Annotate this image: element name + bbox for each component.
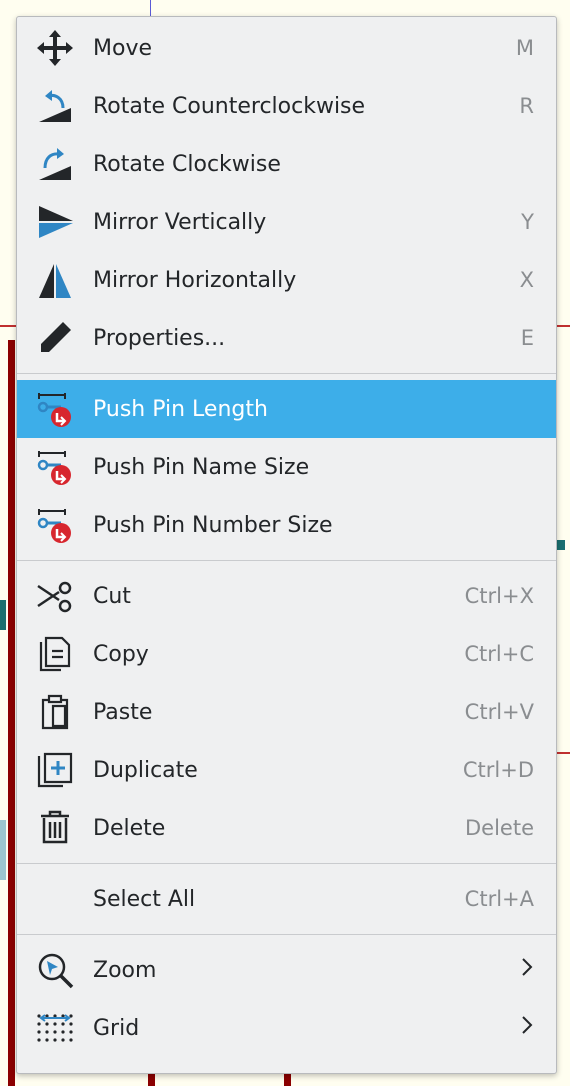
menu-item-mirror-vertically[interactable]: Mirror Vertically Y [17,193,556,251]
mirror-horizontal-icon [17,251,93,309]
menu-item-properties[interactable]: Properties... E [17,309,556,367]
menu-item-shortcut: Ctrl+C [464,642,534,666]
scissors-icon [17,567,93,625]
menu-item-copy[interactable]: Copy Ctrl+C [17,625,556,683]
menu-separator [17,560,556,561]
menu-item-label: Push Pin Name Size [93,454,310,480]
pencil-icon [17,309,93,367]
rotate-ccw-icon [17,77,93,135]
menu-item-label: Rotate Counterclockwise [93,93,366,119]
menu-item-push-pin-length[interactable]: Push Pin Length [17,380,556,438]
context-menu: Move M Rotate Counterclockwise R Rotate Cl… [16,16,557,1074]
move-icon [17,19,93,77]
menu-item-rotate-counterclockwise[interactable]: Rotate Counterclockwise R [17,77,556,135]
menu-item-label: Push Pin Number Size [93,512,333,538]
menu-item-label: Mirror Vertically [93,209,267,235]
menu-item-shortcut: Ctrl+A [464,887,534,911]
menu-item-label: Mirror Horizontally [93,267,297,293]
menu-item-mirror-horizontally[interactable]: Mirror Horizontally X [17,251,556,309]
push-pin-number-size-icon [17,496,93,554]
menu-item-zoom[interactable]: Zoom [17,941,556,999]
menu-item-label: Zoom [93,957,157,983]
menu-item-shortcut: Ctrl+D [462,758,534,782]
menu-item-rotate-clockwise[interactable]: Rotate Clockwise [17,135,556,193]
menu-item-delete[interactable]: Delete Delete [17,799,556,857]
chevron-right-icon [520,1014,534,1042]
menu-item-shortcut: Delete [465,816,534,840]
menu-item-cut[interactable]: Cut Ctrl+X [17,567,556,625]
menu-item-shortcut: R [519,94,534,118]
menu-item-label: Push Pin Length [93,396,268,422]
menu-item-push-pin-name-size[interactable]: Push Pin Name Size [17,438,556,496]
menu-item-grid[interactable]: Grid [17,999,556,1057]
rotate-cw-icon [17,135,93,193]
menu-separator [17,373,556,374]
paste-icon [17,683,93,741]
duplicate-icon [17,741,93,799]
grid-icon [17,999,93,1057]
menu-item-shortcut: Ctrl+X [464,584,534,608]
icon-placeholder [17,870,93,928]
menu-item-duplicate[interactable]: Duplicate Ctrl+D [17,741,556,799]
menu-separator [17,863,556,864]
menu-item-push-pin-number-size[interactable]: Push Pin Number Size [17,496,556,554]
menu-item-paste[interactable]: Paste Ctrl+V [17,683,556,741]
menu-item-label: Grid [93,1015,140,1041]
trash-icon [17,799,93,857]
chevron-right-icon [520,956,534,984]
menu-item-move[interactable]: Move M [17,19,556,77]
zoom-icon [17,941,93,999]
menu-item-shortcut: Y [521,210,534,234]
menu-item-select-all[interactable]: Select All Ctrl+A [17,870,556,928]
copy-icon [17,625,93,683]
menu-item-label: Move [93,35,152,61]
menu-item-label: Properties... [93,325,226,351]
push-pin-length-icon [17,380,93,438]
menu-item-shortcut: Ctrl+V [464,700,534,724]
menu-item-shortcut: M [515,36,534,60]
menu-item-label: Rotate Clockwise [93,151,281,177]
menu-item-shortcut: E [520,326,534,350]
menu-separator [17,934,556,935]
menu-item-shortcut: X [519,268,534,292]
mirror-vertical-icon [17,193,93,251]
push-pin-name-size-icon [17,438,93,496]
